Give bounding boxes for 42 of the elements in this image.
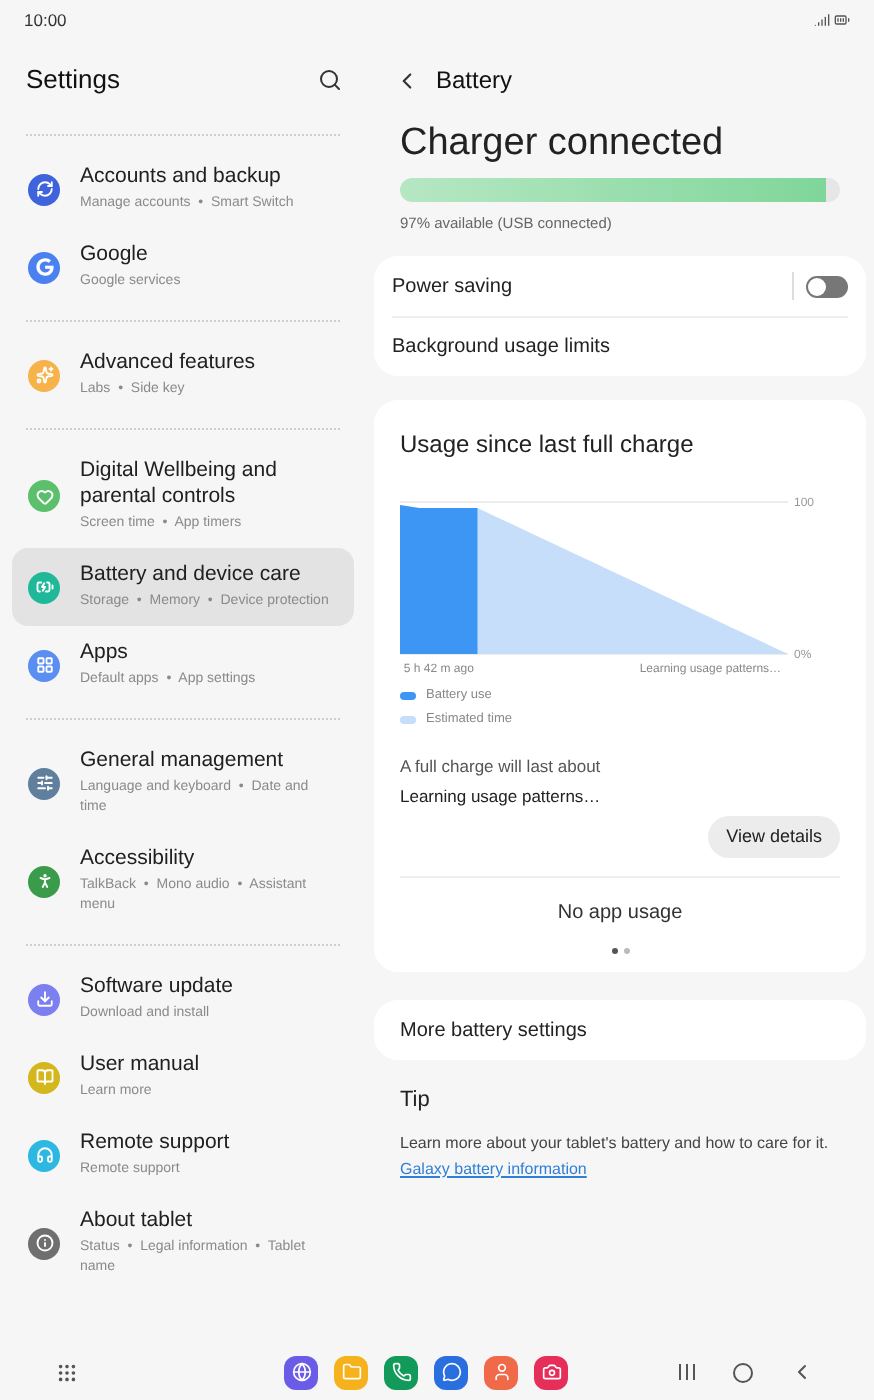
legend-swatch (400, 692, 416, 701)
no-app-usage: No app usage (557, 900, 683, 929)
power-saving-switch[interactable] (806, 275, 848, 298)
item-title: Digital Wellbeing and parental controls (80, 458, 279, 510)
battery-info-link[interactable]: Galaxy battery information (400, 1157, 587, 1182)
setting-label[interactable]: Power saving (392, 271, 513, 302)
item-title: General management (80, 748, 286, 774)
item-title: Advanced features (80, 350, 256, 376)
item-title: Accounts and backup (80, 164, 283, 190)
item-title: Google (80, 242, 150, 268)
page-title: Battery (436, 64, 513, 98)
item-title: Software update (80, 974, 233, 1000)
tip-title: Tip (400, 1086, 432, 1117)
globe-icon[interactable] (284, 1355, 318, 1389)
charge-status: Charger connected (400, 120, 726, 168)
phone-icon[interactable] (384, 1355, 418, 1389)
battery-status-icon (834, 12, 850, 28)
view-details-button[interactable]: View details (708, 816, 840, 859)
legend-swatch (400, 715, 416, 724)
camera-icon[interactable] (534, 1355, 568, 1389)
status-time: 10:00 (24, 7, 67, 33)
item-title: Apps (80, 640, 130, 666)
item-title: About tablet (80, 1208, 195, 1234)
signal-icon (814, 12, 830, 28)
item-title: User manual (80, 1052, 200, 1078)
estimate-value: Learning usage patterns… (400, 783, 603, 809)
item-title: Accessibility (80, 846, 197, 872)
contact-icon[interactable] (484, 1355, 518, 1389)
more-settings-label: More battery settings (400, 1017, 587, 1046)
more-settings-card[interactable]: More battery settings (374, 1000, 866, 1061)
home-icon[interactable] (732, 1361, 754, 1383)
usage-title: Usage since last full charge (400, 428, 696, 463)
estimate-label: A full charge will last about (400, 753, 603, 779)
item-title: Remote support (80, 1130, 230, 1156)
chat-icon[interactable] (434, 1355, 468, 1389)
sidebar-title: Settings (26, 62, 120, 99)
search-icon[interactable] (318, 68, 342, 92)
recents-icon[interactable] (678, 1362, 696, 1382)
setting-label[interactable]: Background usage limits (392, 332, 610, 363)
app-drawer-icon[interactable] (56, 1361, 78, 1383)
item-title: Battery and device care (80, 562, 303, 588)
tip-text: Learn more about your tablet's battery and how to care for it. (400, 1131, 831, 1156)
